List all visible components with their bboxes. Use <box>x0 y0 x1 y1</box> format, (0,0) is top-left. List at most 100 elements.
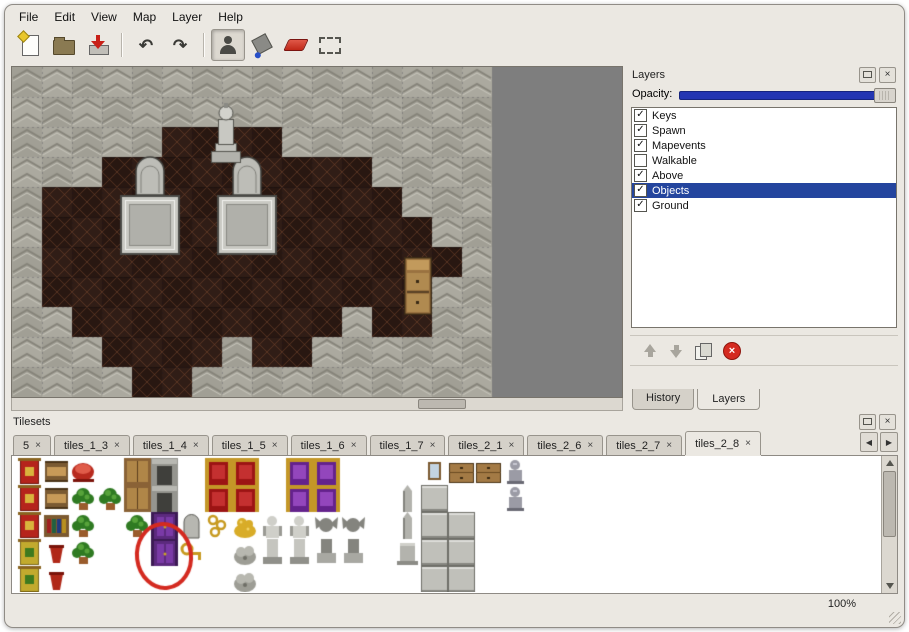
tab-scroll-right-button[interactable]: ▶ <box>880 432 898 452</box>
map-canvas[interactable] <box>11 66 623 398</box>
scrollbar-thumb[interactable] <box>418 399 466 409</box>
tileset-tab-bar: 5× tiles_1_3× tiles_1_4 × tiles_1_5× tile… <box>11 430 898 456</box>
layer-name: Objects <box>652 185 689 197</box>
redo-icon: ↷ <box>173 37 187 54</box>
check-icon: ✓ <box>636 139 644 150</box>
layer-row[interactable]: ✓ Walkable <box>632 153 896 168</box>
tab-close-icon[interactable]: × <box>666 441 672 451</box>
tileset-canvas[interactable] <box>12 456 884 592</box>
tileset-tab-tiles_2_7[interactable]: tiles_2_7× <box>606 435 682 455</box>
layer-row[interactable]: ✓ Keys <box>632 108 896 123</box>
eraser-tool-button[interactable] <box>279 29 313 61</box>
float-icon <box>863 418 872 425</box>
right-arrow-icon: ▶ <box>886 438 892 447</box>
check-icon: ✓ <box>636 169 644 180</box>
scroll-up-button[interactable] <box>882 456 897 470</box>
stamp-tool-button[interactable] <box>211 29 245 61</box>
tileset-tab-5[interactable]: 5× <box>13 435 51 455</box>
tab-close-icon[interactable]: × <box>508 441 514 451</box>
tileset-tab-tiles_2_8[interactable]: tiles_2_8 × <box>685 431 761 455</box>
main-toolbar: ↶ ↷ <box>5 27 904 66</box>
close-panel-button[interactable]: × <box>879 414 896 430</box>
tileset-tab-tiles_1_5[interactable]: tiles_1_5× <box>212 435 288 455</box>
paint-bucket-icon <box>251 33 273 55</box>
layer-visibility-checkbox[interactable]: ✓ <box>634 109 647 122</box>
map-horizontal-scrollbar[interactable] <box>11 398 623 411</box>
layer-name: Mapevents <box>652 140 706 152</box>
close-icon: × <box>729 346 735 357</box>
menu-item-edit[interactable]: Edit <box>46 8 83 26</box>
menu-item-map[interactable]: Map <box>125 8 164 26</box>
undo-button[interactable]: ↶ <box>129 29 163 61</box>
tilesets-panel-title: Tilesets <box>13 416 856 428</box>
tab-layers[interactable]: Layers <box>697 389 760 410</box>
float-panel-button[interactable] <box>859 414 876 430</box>
move-layer-up-button[interactable] <box>643 344 658 358</box>
tab-scroll-left-button[interactable]: ◀ <box>860 432 878 452</box>
check-icon: ✓ <box>636 184 644 195</box>
move-layer-down-button[interactable] <box>669 344 684 358</box>
layer-row[interactable]: ✓ Mapevents <box>632 138 896 153</box>
down-arrow-icon <box>886 583 894 589</box>
tileset-tab-tiles_1_6[interactable]: tiles_1_6× <box>291 435 367 455</box>
menu-item-help[interactable]: Help <box>210 8 251 26</box>
select-tool-button[interactable] <box>313 29 347 61</box>
save-map-button[interactable] <box>81 29 115 61</box>
menu-item-file[interactable]: File <box>11 8 46 26</box>
layer-visibility-checkbox[interactable]: ✓ <box>634 184 647 197</box>
tab-close-icon[interactable]: × <box>745 439 751 449</box>
tab-close-icon[interactable]: × <box>114 441 120 451</box>
tileset-content <box>11 456 898 594</box>
float-panel-button[interactable] <box>859 67 876 83</box>
layer-visibility-checkbox[interactable]: ✓ <box>634 154 647 167</box>
open-map-button[interactable] <box>47 29 81 61</box>
layer-name: Above <box>652 170 683 182</box>
menu-item-view[interactable]: View <box>83 8 125 26</box>
tileset-tab-tiles_2_6[interactable]: tiles_2_6× <box>527 435 603 455</box>
tab-close-icon[interactable]: × <box>351 441 357 451</box>
layer-visibility-checkbox[interactable]: ✓ <box>634 169 647 182</box>
layer-row[interactable]: ✓ Objects <box>632 183 896 198</box>
tileset-vertical-scrollbar[interactable] <box>881 456 897 593</box>
layer-row[interactable]: ✓ Ground <box>632 198 896 213</box>
layer-visibility-checkbox[interactable]: ✓ <box>634 139 647 152</box>
slider-handle[interactable] <box>874 88 896 103</box>
layer-actions-toolbar: × <box>630 335 898 366</box>
layers-panel-titlebar: Layers × <box>630 66 898 83</box>
layer-row[interactable]: ✓ Above <box>632 168 896 183</box>
scroll-down-button[interactable] <box>882 579 897 593</box>
close-icon: × <box>885 417 891 427</box>
tab-close-icon[interactable]: × <box>35 441 41 451</box>
tileset-tab-tiles_1_3[interactable]: tiles_1_3× <box>54 435 130 455</box>
opacity-slider[interactable] <box>679 86 896 102</box>
resize-grip[interactable] <box>889 612 901 624</box>
fill-tool-button[interactable] <box>245 29 279 61</box>
tileset-tab-label: tiles_1_4 <box>143 440 187 452</box>
opacity-row: Opacity: <box>632 86 896 102</box>
tileset-tab-tiles_2_1[interactable]: tiles_2_1× <box>448 435 524 455</box>
tileset-tab-tiles_1_7[interactable]: tiles_1_7 × <box>370 435 446 455</box>
check-icon: ✓ <box>636 124 644 135</box>
close-panel-button[interactable]: × <box>879 67 896 83</box>
opacity-label: Opacity: <box>632 88 672 100</box>
tileset-tab-label: tiles_1_7 <box>380 440 424 452</box>
tab-close-icon[interactable]: × <box>587 441 593 451</box>
new-map-button[interactable] <box>13 29 47 61</box>
tab-history[interactable]: History <box>632 389 694 410</box>
float-icon <box>863 71 872 78</box>
layers-panel: Layers × Opacity: ✓ Keys ✓ Spawn <box>630 66 898 410</box>
redo-button[interactable]: ↷ <box>163 29 197 61</box>
tab-close-icon[interactable]: × <box>430 441 436 451</box>
layer-row[interactable]: ✓ Spawn <box>632 123 896 138</box>
check-icon: ✓ <box>636 109 644 120</box>
tileset-tab-label: tiles_2_8 <box>695 438 739 450</box>
tab-close-icon[interactable]: × <box>193 441 199 451</box>
menu-item-layer[interactable]: Layer <box>164 8 210 26</box>
tab-close-icon[interactable]: × <box>272 441 278 451</box>
duplicate-layer-button[interactable] <box>695 343 712 359</box>
tileset-tab-tiles_1_4[interactable]: tiles_1_4 × <box>133 435 209 455</box>
scrollbar-thumb[interactable] <box>883 471 896 537</box>
delete-layer-button[interactable]: × <box>723 342 741 360</box>
layer-visibility-checkbox[interactable]: ✓ <box>634 124 647 137</box>
layer-visibility-checkbox[interactable]: ✓ <box>634 199 647 212</box>
